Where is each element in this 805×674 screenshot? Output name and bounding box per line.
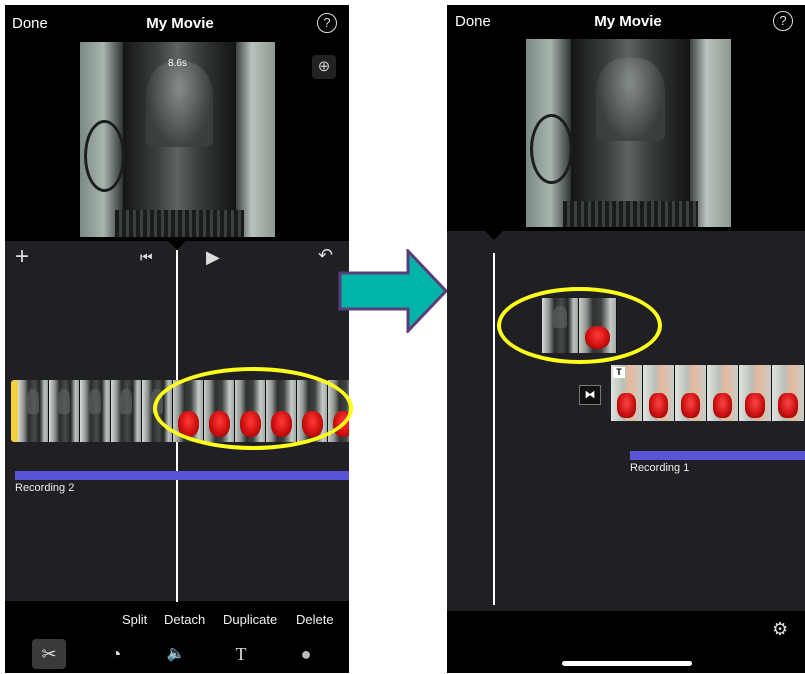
clip-thumbnail — [111, 380, 142, 442]
clip-thumbnail — [707, 365, 739, 421]
settings-gear-icon[interactable]: ⚙ — [772, 619, 788, 640]
video-preview — [526, 39, 731, 227]
play-icon[interactable]: ▶ — [206, 247, 220, 267]
highlight-annotation-left — [153, 367, 353, 450]
help-icon[interactable]: ? — [773, 11, 793, 31]
volume-icon[interactable]: 🔈 — [159, 639, 193, 669]
audio-track-label: Recording 1 — [630, 462, 690, 474]
clip-thumbnail — [675, 365, 707, 421]
rewind-icon[interactable]: ⏮ — [140, 247, 153, 267]
title-badge-icon: T — [613, 367, 625, 378]
audio-track[interactable] — [15, 471, 349, 480]
video-clip[interactable] — [611, 365, 805, 421]
clip-thumbnail — [772, 365, 805, 421]
help-icon[interactable]: ? — [317, 13, 337, 33]
timeline[interactable] — [447, 231, 805, 611]
clip-thumbnail — [18, 380, 49, 442]
playhead-line — [493, 253, 495, 605]
done-button[interactable]: Done — [12, 15, 48, 32]
clip-thumbnail — [643, 365, 675, 421]
zoom-icon[interactable]: ⊕ — [312, 55, 336, 79]
audio-track[interactable] — [630, 451, 805, 460]
transition-icon[interactable]: ⧓ — [579, 385, 601, 405]
clip-thumbnail — [739, 365, 772, 421]
project-title: My Movie — [146, 15, 214, 32]
delete-button[interactable]: Delete — [296, 612, 334, 627]
add-media-icon[interactable]: + — [15, 245, 29, 269]
arrow-icon — [338, 249, 449, 333]
left-phone-screen: Done My Movie ? 8.6s ⊕ + ⏮ ▶ ↶ Recording… — [5, 5, 349, 673]
split-button[interactable]: Split — [122, 612, 147, 627]
audio-track-label: Recording 2 — [15, 482, 75, 494]
duplicate-button[interactable]: Duplicate — [223, 612, 277, 627]
video-preview: 8.6s — [80, 42, 275, 237]
clip-thumbnail — [49, 380, 80, 442]
detach-button[interactable]: Detach — [164, 612, 205, 627]
home-indicator[interactable] — [562, 661, 692, 666]
undo-icon[interactable]: ↶ — [318, 245, 333, 265]
scissors-icon[interactable]: ✂ — [32, 639, 66, 669]
playhead-notch — [485, 231, 503, 240]
speed-gauge-icon[interactable]: ◔ — [99, 639, 133, 669]
highlight-annotation-right — [497, 287, 662, 364]
project-title: My Movie — [594, 13, 662, 30]
clip-trim-handle[interactable] — [11, 380, 18, 442]
clip-thumbnail — [80, 380, 111, 442]
done-button[interactable]: Done — [455, 13, 491, 30]
text-icon[interactable]: T — [224, 639, 258, 669]
filters-icon[interactable]: ● — [289, 639, 323, 669]
clip-duration-label: 8.6s — [168, 58, 187, 69]
playhead-notch — [168, 241, 186, 250]
